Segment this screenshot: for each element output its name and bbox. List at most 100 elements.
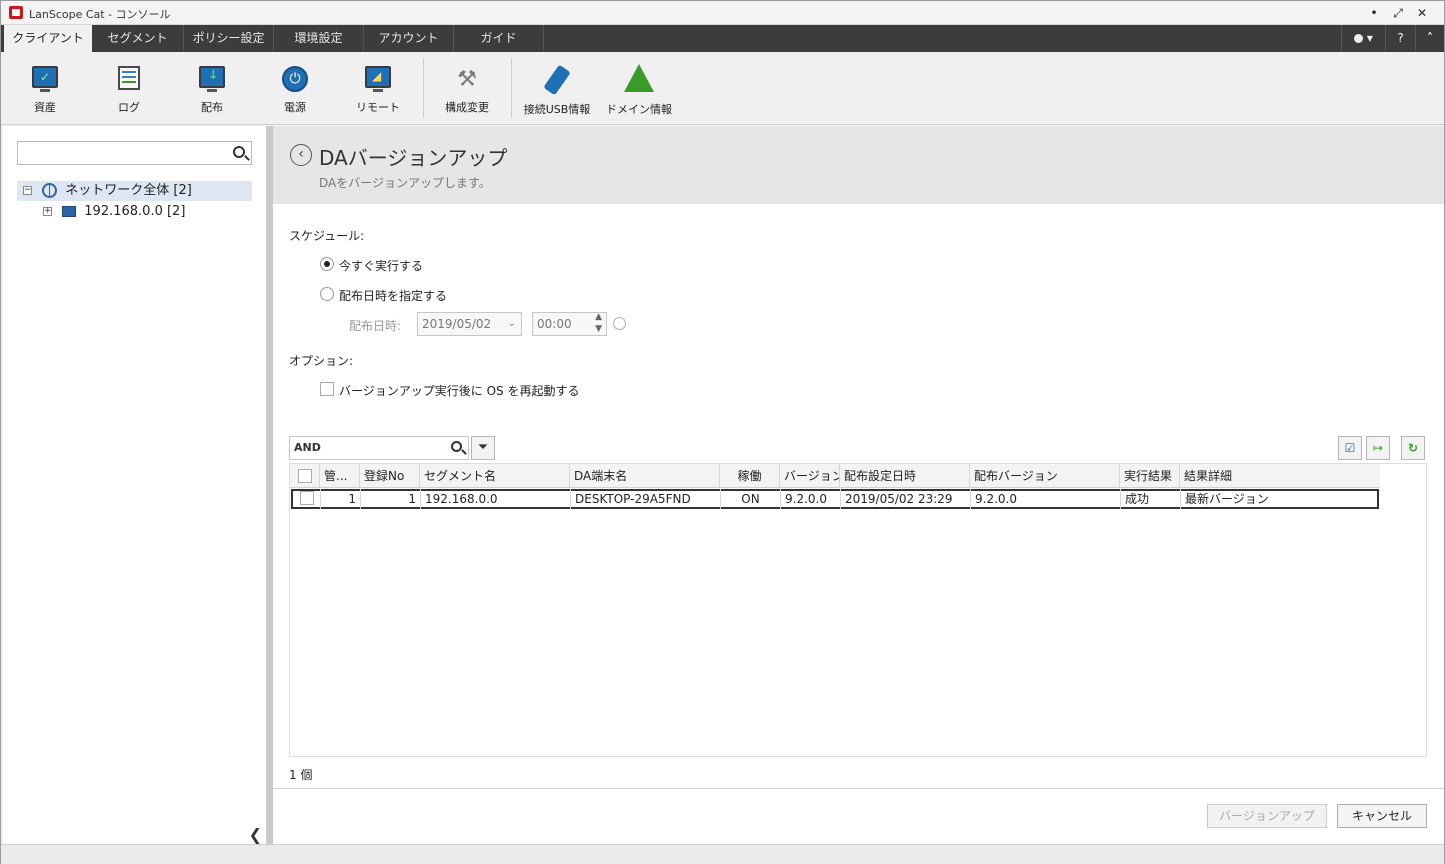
cell-dist-datetime: 2019/05/02 23:29	[841, 489, 971, 509]
collapse-pane-icon[interactable]: ❮	[249, 825, 262, 844]
title-bar: LanScope Cat - コンソール • ⤢ ✕	[1, 1, 1444, 25]
row-checkbox[interactable]	[300, 491, 314, 505]
back-button[interactable]: ‹	[290, 144, 312, 166]
column-header[interactable]: セグメント名	[420, 464, 570, 488]
menu-bar: クライアント セグメント ポリシー設定 環境設定 アカウント ガイド ▾ ? ˄	[1, 25, 1444, 52]
column-header[interactable]: 配布バージョン	[970, 464, 1120, 488]
user-icon	[1354, 34, 1364, 43]
tab-account[interactable]: アカウント	[364, 25, 454, 52]
tree-item-segment[interactable]: + 192.168.0.0 [2]	[43, 202, 185, 222]
select-all-checkbox[interactable]	[298, 469, 312, 483]
upgrade-button[interactable]: バージョンアップ	[1207, 804, 1327, 828]
export-button[interactable]: ↦	[1366, 436, 1390, 460]
cell-terminal: DESKTOP-29A5FND	[571, 489, 721, 509]
ribbon-toolbar: ✓ 資産 ログ ↓ 配布 ⏻ 電源 ◢ リモート ⚒ 構成変更 接続USB情報 …	[1, 52, 1444, 125]
column-header[interactable]: バージョン	[780, 464, 840, 488]
row-select-cell[interactable]	[293, 489, 321, 509]
refresh-button[interactable]: ↻	[1401, 436, 1425, 460]
table-row[interactable]: 1 1 192.168.0.0 DESKTOP-29A5FND ON 9.2.0…	[291, 489, 1379, 509]
app-window: LanScope Cat - コンソール • ⤢ ✕ クライアント セグメント …	[0, 0, 1445, 864]
terminal-grid: 管... 登録No セグメント名 DA端末名 稼働 バージョン 配布設定日時 配…	[289, 463, 1427, 757]
item-count: 1 個	[289, 768, 313, 782]
domain-tree-icon	[624, 64, 654, 92]
ribbon-separator	[423, 58, 424, 118]
asset-monitor-icon: ✓	[32, 66, 58, 92]
tree-expand-toggle[interactable]: +	[43, 207, 52, 216]
log-document-icon	[118, 66, 140, 90]
page-header: ‹ DAバージョンアップ DAをバージョンアップします。	[273, 126, 1444, 204]
export-icon: ↦	[1372, 441, 1384, 455]
stepper-arrows-icon[interactable]: ▲ ▼	[595, 311, 602, 335]
page-title: DAバージョンアップ	[319, 146, 508, 170]
cell-mgmt: 1	[321, 489, 361, 509]
ribbon-remote-button[interactable]: ◢ リモート	[342, 52, 414, 125]
column-header[interactable]: 実行結果	[1120, 464, 1180, 488]
column-header[interactable]: DA端末名	[570, 464, 720, 488]
radio-specify-datetime[interactable]	[320, 287, 334, 301]
tab-guide[interactable]: ガイド	[454, 25, 544, 52]
schedule-label: スケジュール:	[289, 229, 365, 243]
reboot-checkbox-label[interactable]: バージョンアップ実行後に OS を再起動する	[339, 382, 579, 399]
ribbon-distribute-button[interactable]: ↓ 配布	[176, 52, 248, 125]
cell-status: ON	[721, 489, 781, 509]
date-dropdown[interactable]: 2019/05/02 ⌄	[417, 312, 522, 336]
footer-divider	[273, 788, 1444, 789]
cell-detail: 最新バージョン	[1185, 492, 1269, 506]
cancel-button[interactable]: キャンセル	[1337, 804, 1427, 828]
grid-filter-input[interactable]: AND	[289, 436, 469, 460]
ribbon-usb-info-button[interactable]: 接続USB情報	[517, 52, 597, 125]
tree-item-network-all[interactable]: − ネットワーク全体 [2]	[17, 181, 252, 201]
column-settings-button[interactable]: ☑	[1338, 436, 1362, 460]
search-icon[interactable]	[233, 146, 245, 158]
column-header[interactable]: 結果詳細	[1180, 464, 1380, 488]
maximize-button[interactable]: ⤢	[1389, 4, 1407, 22]
search-icon[interactable]	[451, 441, 462, 452]
ribbon-separator	[511, 58, 512, 118]
distribute-download-icon: ↓	[199, 66, 225, 92]
status-bar	[1, 844, 1444, 864]
tab-client[interactable]: クライアント	[4, 25, 92, 52]
window-title: LanScope Cat - コンソール	[29, 8, 171, 21]
usb-icon	[543, 64, 571, 96]
power-icon: ⏻	[282, 66, 308, 92]
tools-icon: ⚒	[457, 67, 477, 92]
time-stepper[interactable]: 00:00 ▲ ▼	[532, 312, 607, 336]
ribbon-config-change-button[interactable]: ⚒ 構成変更	[431, 52, 503, 125]
reboot-checkbox[interactable]	[320, 382, 334, 396]
funnel-icon: ⏷	[477, 440, 489, 455]
minimize-button[interactable]: •	[1365, 4, 1383, 22]
radio-run-now[interactable]	[320, 257, 334, 271]
grid-header: 管... 登録No セグメント名 DA端末名 稼働 バージョン 配布設定日時 配…	[290, 464, 1380, 488]
tree-collapse-toggle[interactable]: −	[23, 186, 32, 195]
clock-icon[interactable]	[613, 317, 626, 330]
column-header[interactable]: 登録No	[360, 464, 420, 488]
tab-environment[interactable]: 環境設定	[274, 25, 364, 52]
remote-monitor-icon: ◢	[365, 66, 391, 92]
radio-specify-datetime-label[interactable]: 配布日時を指定する	[339, 287, 447, 304]
datetime-label: 配布日時:	[349, 319, 402, 333]
column-header[interactable]: 配布設定日時	[840, 464, 970, 488]
column-header[interactable]: 管...	[320, 464, 360, 488]
column-header[interactable]: 稼働	[720, 464, 780, 488]
cell-dist-version: 9.2.0.0	[971, 489, 1121, 509]
tree-search-input[interactable]	[17, 141, 252, 165]
globe-icon	[42, 183, 58, 198]
cell-segment: 192.168.0.0	[421, 489, 571, 509]
ribbon-asset-button[interactable]: ✓ 資産	[9, 52, 81, 125]
page-subtitle: DAをバージョンアップします。	[319, 176, 491, 190]
tab-policy[interactable]: ポリシー設定	[184, 25, 274, 52]
help-button[interactable]: ?	[1385, 25, 1415, 52]
ribbon-domain-info-button[interactable]: ドメイン情報	[601, 52, 677, 125]
options-label: オプション:	[289, 354, 354, 368]
filter-funnel-button[interactable]: ⏷	[471, 436, 495, 460]
refresh-icon: ↻	[1407, 441, 1419, 455]
user-menu-button[interactable]: ▾	[1341, 25, 1385, 52]
collapse-ribbon-button[interactable]: ˄	[1415, 25, 1444, 52]
ribbon-log-button[interactable]: ログ	[93, 52, 165, 125]
header-select-all[interactable]	[290, 464, 320, 488]
close-button[interactable]: ✕	[1413, 4, 1431, 22]
ribbon-power-button[interactable]: ⏻ 電源	[259, 52, 331, 125]
radio-run-now-label[interactable]: 今すぐ実行する	[339, 257, 423, 274]
app-logo-icon	[9, 6, 23, 19]
tab-segment[interactable]: セグメント	[92, 25, 184, 52]
